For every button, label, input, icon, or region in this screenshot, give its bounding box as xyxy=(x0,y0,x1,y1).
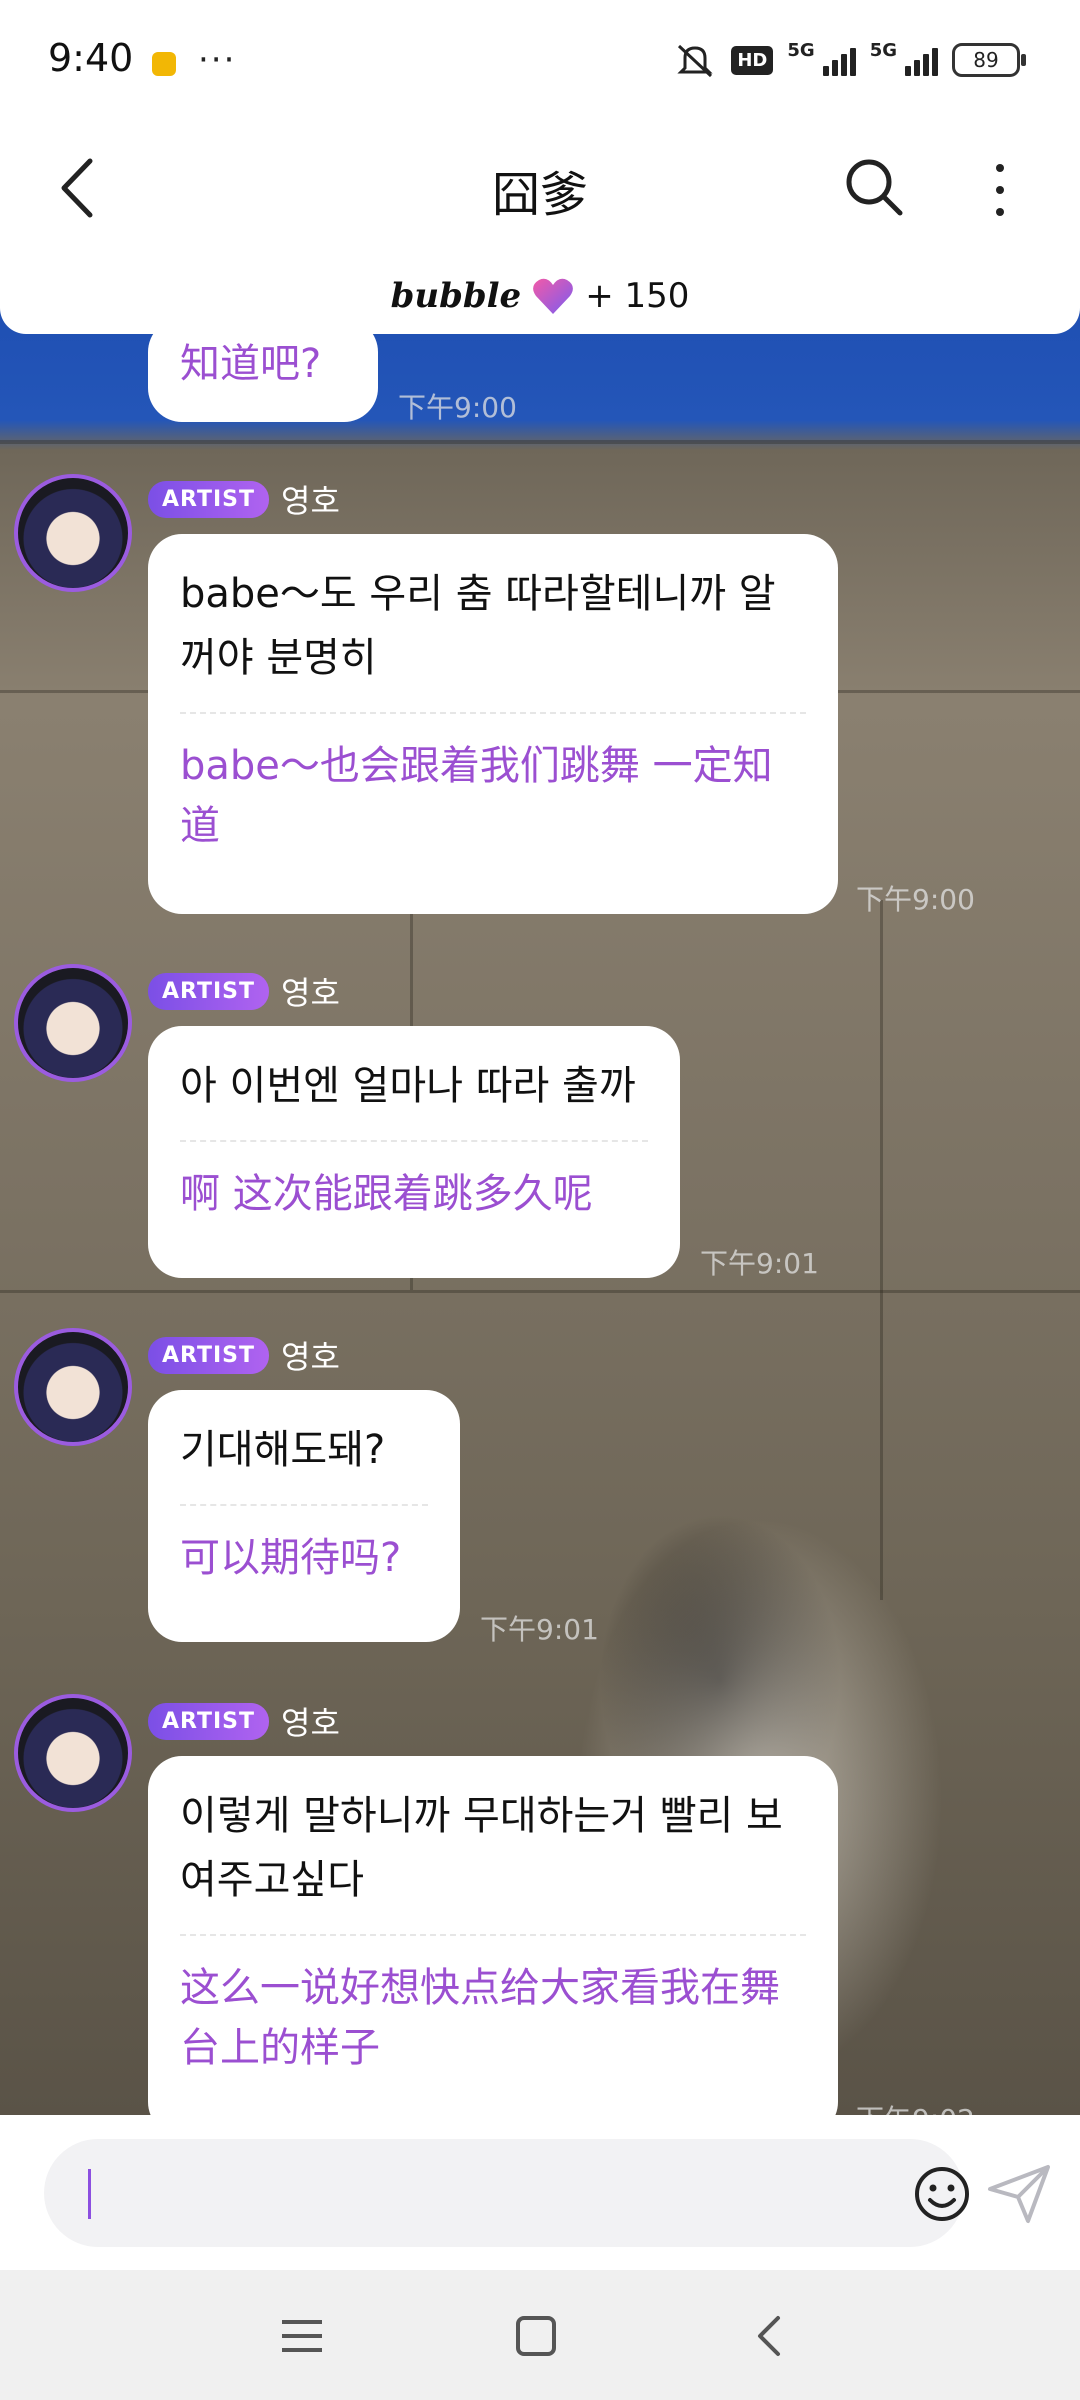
original-text: 아 이번엔 얼마나 따라 출까 xyxy=(180,1063,636,1109)
message-bubble[interactable]: 기대해도돼? 可以期待吗? xyxy=(148,1390,460,1642)
recent-apps-button[interactable] xyxy=(274,2308,330,2364)
sender-name: 영호 xyxy=(281,1338,340,1376)
smile-icon xyxy=(915,2167,969,2221)
sender-name: 영호 xyxy=(281,482,340,520)
network-type-2: 5G xyxy=(869,40,897,61)
mute-icon xyxy=(677,44,713,78)
square-icon xyxy=(516,2316,556,2356)
signal-icon-1 xyxy=(822,44,856,76)
chevron-left-icon xyxy=(758,2316,780,2356)
home-button[interactable] xyxy=(508,2308,564,2364)
heart-icon xyxy=(533,278,574,314)
status-time: 9:40 xyxy=(48,36,134,80)
network-type-1: 5G xyxy=(787,40,815,61)
hd-voice-icon: HD xyxy=(731,45,774,75)
message-input-bar xyxy=(0,2115,1080,2270)
artist-badge: ARTIST xyxy=(148,972,270,1010)
signal-icon-2 xyxy=(905,44,938,76)
artist-badge: ARTIST xyxy=(148,1702,270,1740)
avatar[interactable] xyxy=(14,964,132,1082)
bubble-count: + 150 xyxy=(585,276,690,316)
avatar[interactable] xyxy=(14,474,132,592)
message-time: 下午9:01 xyxy=(700,1247,819,1280)
menu-icon xyxy=(282,2320,322,2352)
notification-app-icon xyxy=(152,52,176,76)
message-time: 下午9:00 xyxy=(856,883,975,916)
translated-text: 这么一说好想快点给大家看我在舞台上的样子 xyxy=(180,1934,806,2104)
message-time: 下午9:01 xyxy=(480,1613,599,1646)
battery-level: 89 xyxy=(973,48,999,72)
message-time: 下午9:00 xyxy=(398,391,517,424)
message-bubble[interactable]: 아 이번엔 얼마나 따라 출까 啊 这次能跟着跳多久呢 xyxy=(148,1026,680,1278)
message-bubble[interactable]: 이렇게 말하니까 무대하는거 빨리 보여주고싶다 这么一说好想快点给大家看我在舞… xyxy=(148,1756,838,2136)
more-notifications-icon: ··· xyxy=(198,40,237,80)
original-text: 기대해도돼? xyxy=(180,1427,386,1473)
send-button[interactable] xyxy=(984,2159,1054,2229)
system-back-button[interactable] xyxy=(742,2308,798,2364)
avatar[interactable] xyxy=(14,1328,132,1446)
bubble-membership-bar[interactable]: bubble + 150 xyxy=(0,258,1080,334)
sender-name: 영호 xyxy=(281,1704,340,1742)
bubble-logo: bubble xyxy=(390,276,522,316)
translated-text: 可以期待吗? xyxy=(180,1504,428,1614)
original-text: 이렇게 말하니까 무대하는거 빨리 보여주고싶다 xyxy=(180,1793,783,1903)
chat-header: 囧爹 xyxy=(0,125,1080,260)
more-vertical-icon[interactable] xyxy=(980,155,1020,225)
status-bar: 9:40 ··· HD 5G 5G 89 xyxy=(0,0,1080,125)
battery-icon: 89 xyxy=(952,43,1026,77)
emoji-button[interactable] xyxy=(912,2164,972,2224)
message-input[interactable] xyxy=(44,2139,969,2247)
sender-name: 영호 xyxy=(281,974,340,1012)
system-navigation-bar xyxy=(0,2270,1080,2400)
translated-text: 啊 这次能跟着跳多久呢 xyxy=(180,1140,648,1250)
text-caret xyxy=(88,2169,91,2219)
search-button[interactable] xyxy=(842,155,912,225)
artist-badge: ARTIST xyxy=(148,480,270,518)
send-icon xyxy=(988,2165,1050,2223)
artist-badge: ARTIST xyxy=(148,1336,270,1374)
chat-title: 囧爹 xyxy=(491,167,588,223)
original-text: babe～도 우리 춤 따라할테니까 알꺼야 분명히 xyxy=(180,571,776,681)
avatar[interactable] xyxy=(14,1694,132,1812)
translated-text: babe～也会跟着我们跳舞 一定知道 xyxy=(180,712,806,882)
message-bubble[interactable]: babe～도 우리 춤 따라할테니까 알꺼야 분명히 babe～也会跟着我们跳舞… xyxy=(148,534,838,914)
search-icon xyxy=(846,159,903,216)
